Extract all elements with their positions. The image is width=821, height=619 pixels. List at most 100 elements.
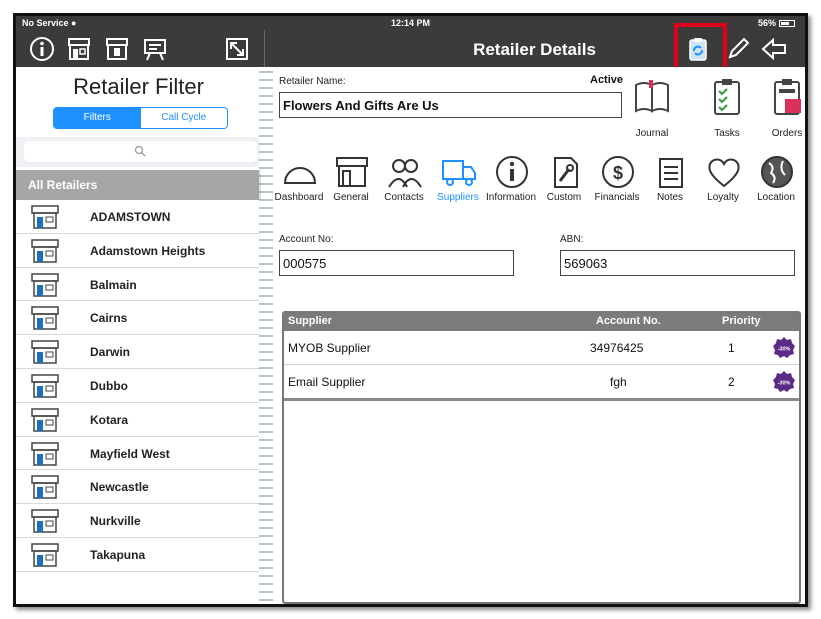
battery-indicator: 56% (758, 18, 795, 28)
col-priority: Priority (722, 315, 761, 327)
tasks-icon (714, 79, 740, 115)
retailer-name: ADAMSTOWN (90, 210, 171, 224)
store-icon (31, 475, 59, 500)
detail-tabs: Dashboard General Contacts Suppliers Inf… (273, 153, 805, 208)
gauge-icon (283, 167, 317, 184)
store-icon[interactable] (66, 36, 92, 62)
suppliers-table: Supplier Account No. Priority MYOB Suppl… (282, 311, 801, 604)
tab-label: Loyalty (707, 192, 739, 203)
store-icon (31, 374, 59, 398)
back-arrow-icon[interactable] (761, 36, 787, 62)
store-icon (31, 509, 59, 533)
discount-text: -30% (778, 381, 791, 387)
store-icon (31, 441, 59, 466)
notes-icon (659, 158, 683, 188)
list-item[interactable]: Cairns (16, 301, 261, 336)
retailer-name: Nurkville (90, 514, 141, 529)
account-no-field[interactable]: 000575 (279, 250, 514, 276)
abn-label: ABN: (560, 234, 584, 245)
supplier-priority: 2 (728, 375, 735, 389)
tab-custom[interactable]: Custom (538, 153, 590, 208)
list-item[interactable]: Nurkville (16, 504, 261, 538)
discount-badge-icon: -30% (773, 371, 795, 392)
dollar-icon: $ (602, 156, 634, 188)
retailer-details: Retailer Name: Active Flowers And Gifts … (273, 67, 805, 604)
list-item[interactable]: Balmain (16, 268, 261, 302)
tasks-button[interactable]: Tasks (701, 77, 753, 139)
store-icon (336, 157, 368, 187)
supplier-account: 34976425 (590, 341, 644, 355)
retailer-name: Cairns (90, 311, 128, 326)
retailer-name: Adamstown Heights (90, 243, 206, 258)
list-item[interactable]: ADAMSTOWN (16, 200, 261, 234)
list-item[interactable]: Mayfield West (16, 437, 261, 471)
discount-text: -30% (778, 347, 791, 353)
journal-button[interactable]: Journal (626, 77, 678, 139)
list-item[interactable]: Newcastle (16, 470, 261, 505)
notebook-spiral (259, 67, 273, 604)
svg-text:$: $ (613, 163, 623, 183)
panel-title: Retailer Filter (73, 74, 204, 99)
tab-label: Dashboard (274, 192, 324, 203)
store-icon (31, 272, 59, 297)
list-item[interactable]: Kotara (16, 403, 261, 437)
segment-filters[interactable]: Filters (54, 108, 141, 128)
tab-financials[interactable]: $ Financials (591, 153, 643, 208)
tab-dashboard[interactable]: Dashboard (273, 153, 325, 208)
store-icon (31, 239, 59, 263)
table-header: Supplier Account No. Priority (284, 313, 799, 331)
search-input[interactable] (24, 141, 257, 162)
orders-button[interactable]: Orders (761, 77, 805, 139)
contacts-icon (388, 159, 422, 188)
list-item[interactable]: Dubbo (16, 369, 261, 403)
tab-label: Financials (594, 192, 640, 203)
status-badge: Active (590, 74, 624, 86)
heart-icon (708, 158, 740, 188)
retailer-filter-panel: Retailer Filter Filters Call Cycle All R… (16, 67, 261, 604)
segment-call-cycle[interactable]: Call Cycle (140, 108, 227, 128)
store-icon (31, 340, 59, 364)
tab-suppliers[interactable]: Suppliers (432, 153, 484, 208)
list-header: All Retailers (16, 170, 261, 200)
filter-segmented-control: Filters Call Cycle (53, 107, 228, 129)
discount-badge-icon: -30% (773, 337, 795, 358)
battery-icon (779, 20, 795, 27)
store-icon (31, 306, 59, 331)
table-row[interactable]: MYOB Supplier 34976425 1 -30% (284, 331, 799, 365)
tab-notes[interactable]: Notes (644, 153, 696, 208)
supplier-account: fgh (610, 375, 627, 389)
presentation-icon[interactable] (142, 36, 168, 62)
list-item[interactable]: Takapuna (16, 538, 261, 572)
tab-information[interactable]: Information (485, 153, 537, 208)
orders-label: Orders (771, 128, 803, 139)
retailer-name-field[interactable]: Flowers And Gifts Are Us (279, 92, 622, 118)
list-item[interactable]: Darwin (16, 335, 261, 369)
info-icon[interactable] (29, 36, 55, 62)
list-item[interactable]: Adamstown Heights (16, 234, 261, 268)
truck-icon (442, 160, 476, 186)
store-info-icon[interactable] (104, 36, 130, 62)
left-toolbar (16, 30, 264, 67)
table-row[interactable]: Email Supplier fgh 2 -30% (284, 365, 799, 399)
retailer-name: Dubbo (90, 378, 128, 393)
abn-field[interactable]: 569063 (560, 250, 795, 276)
retailer-list: ADAMSTOWN Adamstown Heights Balmain Cair… (16, 200, 261, 572)
tab-label: Custom (546, 192, 582, 203)
retailer-name: Newcastle (90, 480, 149, 495)
pencil-icon[interactable] (725, 36, 751, 62)
retailer-name: Mayfield West (90, 446, 170, 461)
retailer-name: Darwin (90, 345, 131, 360)
globe-icon (761, 156, 793, 188)
tab-general[interactable]: General (325, 153, 377, 208)
table-divider (284, 398, 799, 401)
tab-contacts[interactable]: Contacts (378, 153, 430, 208)
tab-label: Notes (656, 192, 684, 203)
tab-loyalty[interactable]: Loyalty (697, 153, 749, 208)
journal-label: Journal (635, 128, 669, 139)
expand-icon[interactable] (224, 36, 250, 62)
orders-icon (774, 79, 801, 115)
col-supplier: Supplier (288, 315, 333, 327)
battery-text: 56% (757, 18, 776, 28)
tab-location[interactable]: Location (750, 153, 802, 208)
tab-label: Information (485, 192, 537, 203)
